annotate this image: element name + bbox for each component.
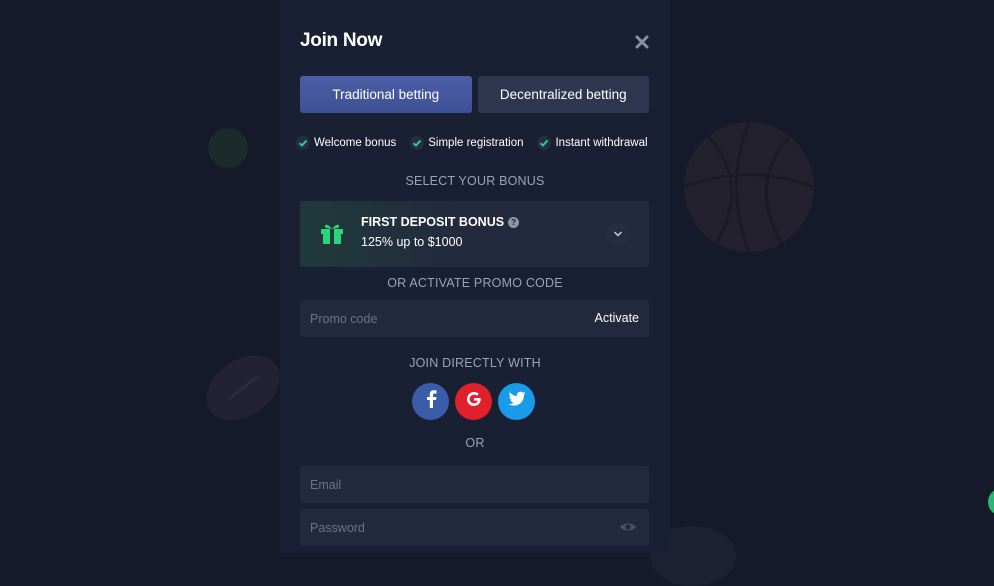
basketball-decoration	[684, 122, 814, 252]
bonus-amount: 125% up to $1000	[361, 235, 463, 249]
google-icon	[465, 390, 483, 413]
password-input[interactable]	[300, 509, 580, 546]
eye-icon[interactable]	[619, 520, 637, 539]
activate-button[interactable]: Activate	[595, 300, 639, 337]
tab-decentralized-betting[interactable]: Decentralized betting	[477, 76, 649, 113]
promo-code-label: OR ACTIVATE PROMO CODE	[387, 276, 563, 290]
perk-label: Simple registration	[428, 137, 524, 149]
football-decoration	[200, 348, 286, 428]
select-bonus-label: SELECT YOUR BONUS	[405, 174, 545, 188]
chat-widget-edge[interactable]	[988, 488, 994, 516]
join-directly-label: JOIN DIRECTLY WITH	[409, 356, 541, 370]
facebook-icon	[425, 390, 437, 413]
or-divider: OR	[465, 436, 485, 450]
perk-label: Instant withdrawal	[555, 137, 648, 149]
perk-label: Welcome bonus	[314, 137, 397, 149]
bonus-title: FIRST DEPOSIT BONUS ?	[361, 215, 520, 229]
email-input[interactable]	[300, 466, 580, 503]
bonus-selector[interactable]: FIRST DEPOSIT BONUS ? 125% up to $1000	[300, 201, 649, 267]
twitter-login-button[interactable]	[498, 383, 535, 420]
perk-item: Simple registration	[410, 136, 523, 150]
twitter-icon	[508, 391, 526, 412]
email-field	[300, 466, 649, 503]
password-field	[300, 509, 649, 546]
bonus-title-text: FIRST DEPOSIT BONUS	[361, 215, 505, 229]
social-login-buttons	[412, 383, 535, 420]
check-icon	[537, 136, 552, 150]
betting-type-tabs: Traditional betting Decentralized bettin…	[300, 76, 649, 113]
perk-item: Welcome bonus	[296, 136, 396, 150]
chevron-down-icon[interactable]	[606, 222, 630, 246]
check-icon	[410, 136, 425, 150]
promo-code-field: Activate	[300, 300, 649, 337]
gift-icon	[319, 221, 345, 250]
modal-title: Join Now	[300, 30, 383, 51]
google-login-button[interactable]	[455, 383, 492, 420]
question-circle-icon[interactable]: ?	[508, 216, 520, 228]
check-icon	[296, 136, 310, 150]
perks-list: Welcome bonus Simple registration Instan…	[296, 136, 648, 150]
background-ball-decoration	[208, 128, 248, 168]
signup-modal: Join Now Traditional betting Decentraliz…	[280, 0, 670, 553]
tab-traditional-betting[interactable]: Traditional betting	[300, 76, 472, 113]
close-icon[interactable]	[632, 32, 652, 52]
perk-item: Instant withdrawal	[537, 136, 648, 150]
facebook-login-button[interactable]	[412, 383, 449, 420]
promo-code-input[interactable]	[300, 300, 580, 337]
